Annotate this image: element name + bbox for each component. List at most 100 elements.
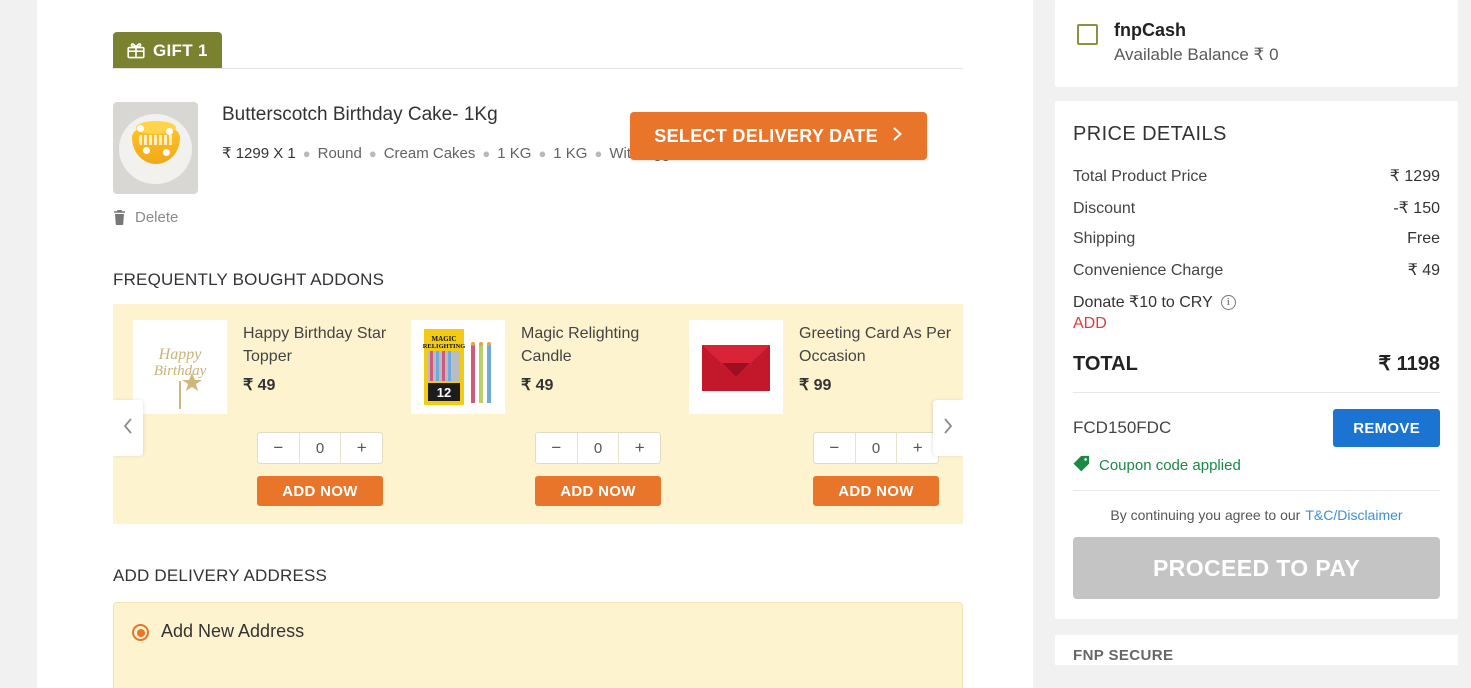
product-thumbnail[interactable] [113, 102, 198, 194]
product-meta-weight: 1 KG [497, 145, 532, 162]
add-new-address-label: Add New Address [161, 621, 305, 641]
proceed-to-pay-button[interactable]: PROCEED TO PAY [1073, 537, 1440, 599]
cart-product-row: Delete Butterscotch Birthday Cake- 1Kg ₹… [37, 72, 1033, 226]
price-row-value: -₹ 150 [1393, 200, 1440, 217]
address-heading: ADD DELIVERY ADDRESS [113, 566, 328, 585]
meta-separator: ● [538, 146, 547, 161]
info-icon[interactable]: i [1220, 294, 1236, 310]
gift-badge: GIFT 1 [113, 32, 222, 69]
addon-quantity-stepper[interactable]: − 0 + [257, 432, 383, 464]
addon-price: ₹ 49 [243, 377, 276, 395]
gift-header: GIFT 1 [37, 0, 1033, 72]
addon-top: 12 MAGIC RELIGHTING Magic Relighting Can… [411, 320, 681, 414]
addons-prev-button[interactable] [113, 400, 143, 456]
cake-greeting-text [139, 135, 173, 145]
addons-next-button[interactable] [933, 400, 963, 456]
chevron-right-icon [892, 126, 903, 147]
meta-separator: ● [482, 146, 491, 161]
addon-image-candle[interactable]: 12 MAGIC RELIGHTING [411, 320, 505, 414]
order-summary-sidebar: fnpCash Available Balance ₹ 0 PRICE DETA… [1055, 0, 1458, 665]
decrement-button[interactable]: − [814, 433, 855, 463]
donate-row: Donate ₹10 to CRY i [1073, 286, 1440, 312]
coupon-code: FCD150FDC [1073, 418, 1172, 437]
addon-price: ₹ 49 [521, 377, 554, 395]
chevron-right-icon [942, 417, 954, 440]
price-row-label: Convenience Charge [1073, 262, 1224, 279]
increment-button[interactable]: + [619, 433, 660, 463]
addons-track: Happy Birthday Happy Birthday Star Toppe… [113, 320, 963, 506]
svg-text:Birthday: Birthday [154, 363, 207, 379]
product-meta-weight-2: 1 KG [553, 145, 588, 162]
add-now-button[interactable]: ADD NOW [257, 476, 383, 506]
product-thumb-column: Delete [113, 102, 198, 226]
price-row-value: Free [1407, 230, 1440, 247]
donate-label: Donate ₹10 to CRY [1073, 294, 1213, 311]
meta-separator: ● [368, 146, 377, 161]
add-now-button[interactable]: ADD NOW [813, 476, 939, 506]
terms-note: By continuing you agree to our T&C/Discla… [1073, 491, 1440, 537]
increment-button[interactable]: + [341, 433, 382, 463]
svg-text:MAGIC: MAGIC [432, 335, 457, 343]
tag-icon [1073, 455, 1090, 476]
coupon-applied-text: Coupon code applied [1099, 457, 1241, 474]
price-row-shipping: Shipping Free [1073, 224, 1440, 254]
remove-coupon-button[interactable]: REMOVE [1333, 409, 1440, 447]
addon-image-topper[interactable]: Happy Birthday [133, 320, 227, 414]
product-meta-price: ₹ 1299 X 1 [222, 145, 296, 162]
total-label: TOTAL [1073, 353, 1138, 375]
select-delivery-date-label: SELECT DELIVERY DATE [654, 125, 878, 146]
price-row-label: Shipping [1073, 230, 1136, 247]
addon-name: Magic Relighting Candle [521, 325, 640, 366]
coupon-row: FCD150FDC REMOVE [1073, 393, 1440, 447]
delete-label: Delete [135, 209, 179, 226]
addon-top: Happy Birthday Happy Birthday Star Toppe… [133, 320, 403, 414]
cake-flower [143, 147, 150, 154]
coupon-applied-row: Coupon code applied [1073, 447, 1440, 491]
price-row-total-product: Total Product Price ₹ 1299 [1073, 160, 1440, 192]
quantity-value[interactable]: 0 [576, 433, 620, 463]
trash-icon [113, 210, 126, 225]
select-delivery-date-button[interactable]: SELECT DELIVERY DATE [630, 112, 927, 160]
fnpcash-checkbox[interactable] [1077, 24, 1098, 45]
addon-card: Greeting Card As Per Occasion ₹ 99 − 0 +… [685, 320, 963, 506]
radio-selected-icon[interactable] [132, 624, 149, 641]
addon-card: Happy Birthday Happy Birthday Star Toppe… [129, 320, 407, 506]
delete-item-button[interactable]: Delete [113, 209, 198, 226]
increment-button[interactable]: + [897, 433, 938, 463]
addons-panel: Happy Birthday Happy Birthday Star Toppe… [113, 304, 963, 524]
donate-add-button[interactable]: ADD [1073, 312, 1440, 337]
svg-text:RELIGHTING: RELIGHTING [423, 343, 466, 350]
terms-link[interactable]: T&C/Disclaimer [1305, 507, 1402, 523]
add-now-button[interactable]: ADD NOW [535, 476, 661, 506]
fnp-secure-label: FNP SECURE [1073, 647, 1174, 664]
decrement-button[interactable]: − [258, 433, 299, 463]
price-details-card: PRICE DETAILS Total Product Price ₹ 1299… [1055, 101, 1458, 619]
addon-name: Greeting Card As Per Occasion [799, 325, 952, 366]
fnpcash-balance: Available Balance ₹ 0 [1114, 45, 1279, 64]
quantity-value[interactable]: 0 [298, 433, 342, 463]
addon-top: Greeting Card As Per Occasion ₹ 99 [689, 320, 959, 414]
price-row-value: ₹ 1299 [1389, 168, 1440, 185]
price-details-heading: PRICE DETAILS [1073, 123, 1227, 145]
fnpcash-title: fnpCash [1114, 20, 1186, 40]
addon-quantity-stepper[interactable]: − 0 + [813, 432, 939, 464]
cake-flower [166, 128, 173, 135]
decrement-button[interactable]: − [536, 433, 577, 463]
addon-price: ₹ 99 [799, 377, 832, 395]
checkout-page: GIFT 1 Delete Butterscotch Birthday Cake… [0, 0, 1471, 688]
price-row-label: Total Product Price [1073, 168, 1208, 185]
meta-separator: ● [594, 146, 603, 161]
addon-image-greeting-card[interactable] [689, 320, 783, 414]
add-new-address-option[interactable]: Add New Address [113, 602, 963, 688]
addon-name: Happy Birthday Star Topper [243, 325, 387, 366]
product-meta-shape: Round [317, 145, 362, 162]
quantity-value[interactable]: 0 [854, 433, 898, 463]
chevron-left-icon [122, 417, 134, 440]
meta-separator: ● [302, 146, 311, 161]
svg-text:12: 12 [437, 385, 451, 400]
svg-text:Happy: Happy [158, 346, 203, 363]
total-row: TOTAL ₹ 1198 [1073, 337, 1440, 393]
gift-divider [113, 68, 963, 69]
price-row-discount: Discount -₹ 150 [1073, 192, 1440, 224]
addon-quantity-stepper[interactable]: − 0 + [535, 432, 661, 464]
